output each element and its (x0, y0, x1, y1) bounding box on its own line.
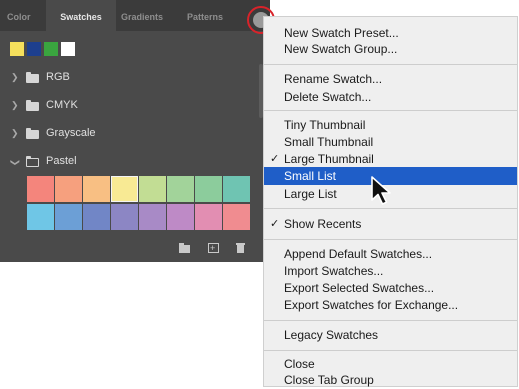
menu-item-label: Close (284, 357, 315, 371)
menu-item-label: Large List (284, 187, 337, 201)
checkmark-icon: ✓ (270, 153, 280, 165)
menu-item-label: Delete Swatch... (284, 90, 372, 104)
menu-item-label: Export Selected Swatches... (284, 281, 435, 295)
menu-separator (264, 239, 517, 240)
menu-separator (264, 350, 517, 351)
menu-item-label: Tiny Thumbnail (284, 118, 366, 132)
group-grayscale[interactable]: ❯ Grayscale (0, 120, 262, 147)
menu-separator (264, 208, 517, 209)
menu-item-label: Append Default Swatches... (284, 247, 433, 261)
menu-item-label: New Swatch Group... (284, 42, 398, 56)
group-label: Pastel (46, 155, 77, 167)
folder-icon (26, 72, 39, 83)
menu-item-label: Small List (284, 169, 337, 183)
swatch[interactable] (83, 176, 110, 202)
tab-gradients[interactable]: Gradients (121, 0, 181, 31)
menu-item-label: Rename Swatch... (284, 72, 383, 86)
swatch[interactable] (195, 176, 222, 202)
group-label: Grayscale (46, 127, 96, 139)
folder-icon (26, 128, 39, 139)
chevron-right-icon: ❯ (11, 72, 19, 82)
menu-item-label: Show Recents (284, 217, 362, 231)
folder-open-icon (25, 155, 39, 167)
menu-item-label: Legacy Swatches (284, 328, 379, 342)
swatch[interactable] (223, 204, 250, 230)
recent-swatch[interactable] (61, 42, 75, 56)
new-swatch-icon[interactable]: + (208, 243, 219, 253)
menu-item-show-recents[interactable]: ✓ Show Recents (264, 215, 517, 233)
swatch[interactable] (139, 204, 166, 230)
swatch[interactable] (27, 204, 54, 230)
menu-item-export-selected-swatches[interactable]: Export Selected Swatches... (264, 279, 517, 297)
swatch[interactable] (83, 204, 110, 230)
menu-item-label: Close Tab Group (284, 373, 374, 387)
group-label: RGB (46, 71, 70, 83)
menu-item-legacy-swatches[interactable]: Legacy Swatches (264, 326, 517, 344)
checkmark-icon: ✓ (270, 218, 280, 230)
group-pastel[interactable]: ❯ Pastel (0, 148, 262, 175)
menu-item-large-thumbnail[interactable]: ✓ Large Thumbnail (264, 150, 517, 168)
tab-swatches[interactable]: Swatches (46, 0, 116, 31)
menu-item-label: Export Swatches for Exchange... (284, 298, 459, 312)
menu-item-rename-swatch[interactable]: Rename Swatch... (264, 70, 517, 88)
group-rgb[interactable]: ❯ RGB (0, 64, 262, 91)
swatch[interactable] (195, 204, 222, 230)
tab-patterns[interactable]: Patterns (187, 0, 237, 31)
menu-separator (264, 110, 517, 111)
group-label: CMYK (46, 99, 78, 111)
swatch[interactable] (55, 204, 82, 230)
recent-swatch[interactable] (27, 42, 41, 56)
menu-item-delete-swatch[interactable]: Delete Swatch... (264, 88, 517, 106)
folder-icon (26, 100, 39, 111)
menu-item-label: Small Thumbnail (284, 135, 374, 149)
swatch[interactable] (111, 176, 138, 202)
chevron-right-icon: ❯ (11, 100, 19, 110)
swatch[interactable] (223, 176, 250, 202)
chevron-right-icon: ❯ (11, 128, 19, 138)
new-group-icon[interactable] (179, 243, 190, 253)
swatch[interactable] (167, 176, 194, 202)
panel-tab-bar: Color Swatches Gradients Patterns (0, 0, 270, 31)
menu-item-close-tab-group[interactable]: Close Tab Group (264, 371, 517, 389)
menu-item-import-swatches[interactable]: Import Swatches... (264, 262, 517, 280)
menu-separator (264, 320, 517, 321)
swatch[interactable] (55, 176, 82, 202)
swatch[interactable] (139, 176, 166, 202)
menu-separator (264, 64, 517, 65)
menu-item-export-swatches-for-exchange[interactable]: Export Swatches for Exchange... (264, 296, 517, 314)
menu-item-label: Large Thumbnail (284, 152, 374, 166)
group-cmyk[interactable]: ❯ CMYK (0, 92, 262, 119)
menu-item-tiny-thumbnail[interactable]: Tiny Thumbnail (264, 116, 517, 134)
menu-item-label: Import Swatches... (284, 264, 384, 278)
swatch[interactable] (27, 176, 54, 202)
swatch[interactable] (111, 204, 138, 230)
menu-item-small-thumbnail[interactable]: Small Thumbnail (264, 133, 517, 151)
recent-swatch[interactable] (10, 42, 24, 56)
swatches-panel: Color Swatches Gradients Patterns ❯ RGB … (0, 0, 275, 262)
chevron-down-icon: ❯ (10, 158, 21, 167)
menu-item-append-default-swatches[interactable]: Append Default Swatches... (264, 245, 517, 263)
trash-icon[interactable] (236, 243, 245, 253)
menu-item-new-swatch-group[interactable]: New Swatch Group... (264, 40, 517, 58)
recent-swatch[interactable] (44, 42, 58, 56)
mouse-pointer-icon (371, 176, 391, 205)
menu-item-label: New Swatch Preset... (284, 26, 399, 40)
tab-color[interactable]: Color (7, 0, 37, 31)
swatch[interactable] (167, 204, 194, 230)
panel-bottom-bar: + (0, 236, 270, 262)
